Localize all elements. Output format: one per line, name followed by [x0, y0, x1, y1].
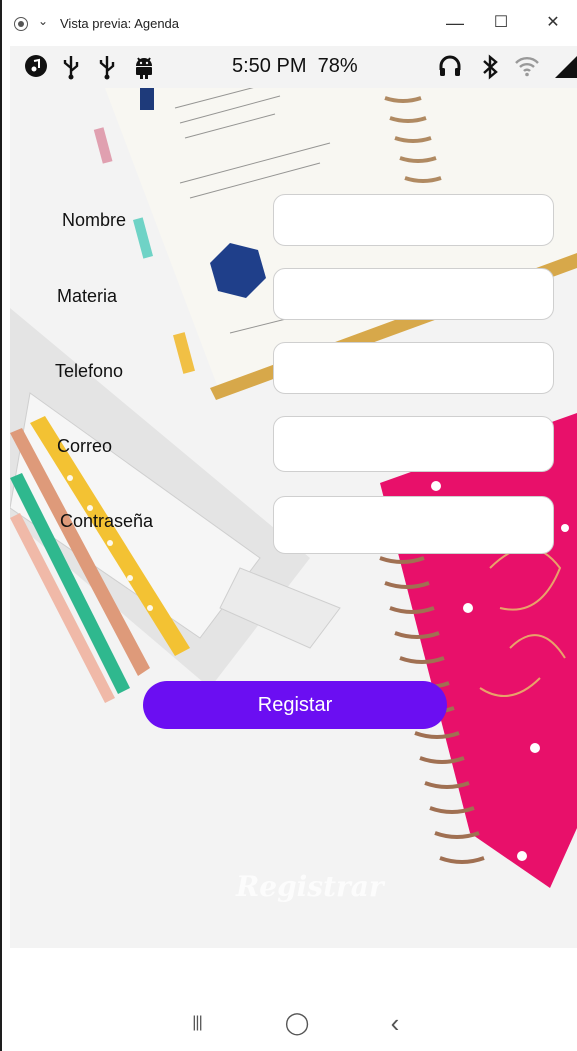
minimize-button[interactable]: — [440, 10, 470, 36]
recents-button[interactable]: ||| [177, 1008, 217, 1038]
materia-input[interactable] [273, 268, 554, 320]
status-bar: 5:50 PM 78% [10, 46, 577, 88]
contrasena-input[interactable] [273, 496, 554, 554]
nombre-label: Nombre [62, 210, 127, 230]
android-icon [136, 57, 152, 79]
home-button[interactable]: ◯ [277, 1008, 317, 1038]
telefono-label: Telefono [55, 361, 124, 381]
usb-icon [63, 56, 79, 80]
back-icon: ‹ [390, 1007, 400, 1038]
window-radio-icon[interactable] [14, 17, 28, 31]
telefono-input[interactable] [273, 342, 554, 394]
back-button[interactable]: ‹ [375, 1008, 415, 1038]
chevron-down-icon[interactable]: ⌄ [38, 14, 48, 28]
wifi-icon [515, 57, 539, 77]
battery-level: 78% [317, 55, 358, 77]
correo-label: Correo [57, 436, 113, 456]
correo-input[interactable] [273, 416, 554, 472]
app-window: ⌄ Vista previa: Agenda — ☐ ✕ 5:50 PM 78%… [0, 0, 577, 1051]
android-nav-bar: ||| ◯ ‹ [10, 948, 577, 1051]
maximize-button[interactable]: ☐ [486, 10, 516, 36]
register-button[interactable]: Registar [143, 681, 447, 729]
nombre-input[interactable] [273, 194, 554, 246]
recents-icon: ||| [192, 1014, 203, 1031]
background-register-text: Registrar [236, 870, 384, 903]
materia-label: Materia [57, 286, 118, 306]
status-time: 5:50 PM 78% [232, 55, 358, 77]
signal-icon [555, 56, 577, 78]
window-titlebar: ⌄ Vista previa: Agenda — ☐ ✕ [0, 0, 577, 46]
close-button[interactable]: ✕ [538, 10, 568, 36]
window-title: Vista previa: Agenda [60, 16, 180, 31]
headphones-icon [439, 55, 461, 76]
home-icon: ◯ [284, 1010, 310, 1035]
bluetooth-icon [483, 54, 498, 80]
contrasena-label: Contraseña [60, 511, 154, 531]
usb-icon [99, 56, 115, 80]
music-icon [25, 55, 47, 77]
form-screen: Nombre Materia Telefono Correo Contraseñ… [10, 88, 577, 948]
window-left-border [0, 46, 10, 1051]
